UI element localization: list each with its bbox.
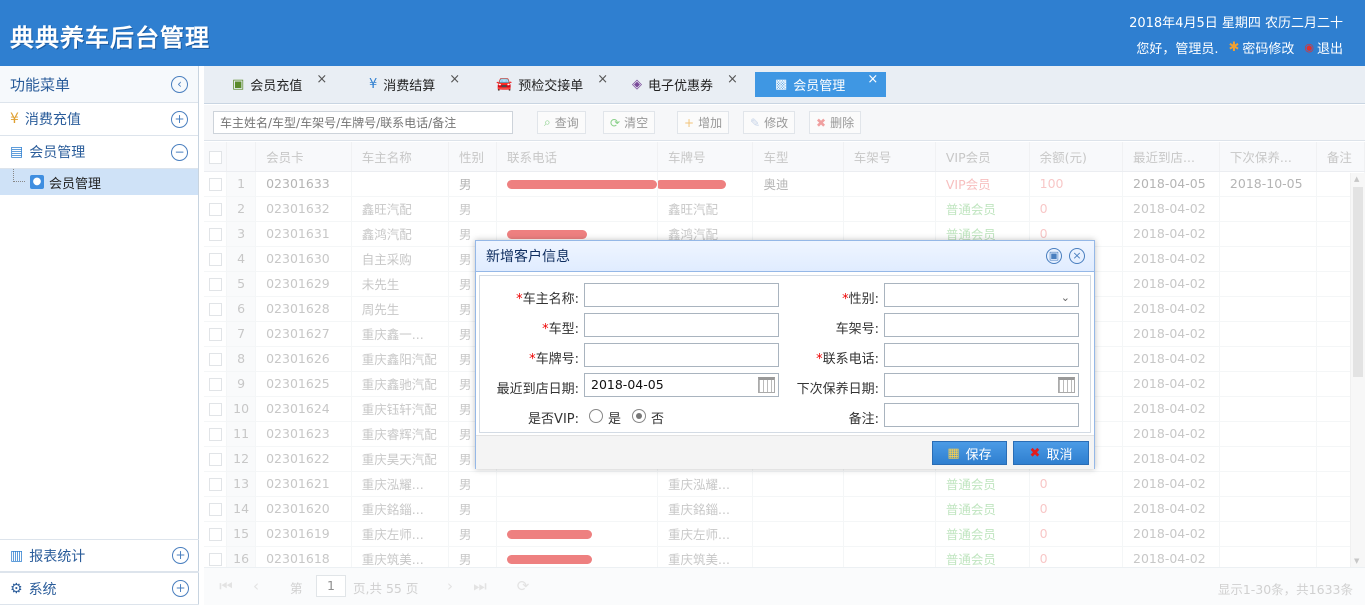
remark-input[interactable] — [884, 403, 1079, 427]
add-customer-dialog: 新增客户信息 ▣ × *车主名称: *性别: ⌄ *车型: 车架号: *车牌号:… — [475, 240, 1095, 469]
gear-icon: ⚙ — [10, 580, 23, 597]
dialog-title: 新增客户信息 — [486, 249, 570, 265]
remark-label: 备注: — [848, 412, 879, 427]
close-icon[interactable]: × — [1069, 248, 1085, 264]
last-visit-label: 最近到店日期: — [496, 382, 579, 397]
pencil-icon: ✎ — [750, 115, 761, 130]
header-date: 2018年4月5日 星期四 农历二月二十 — [1129, 16, 1343, 31]
vip-no-radio[interactable] — [632, 409, 646, 423]
yen-icon: ¥ — [369, 77, 378, 92]
maximize-icon[interactable]: ▣ — [1046, 248, 1062, 264]
yen-icon: ¥ — [10, 111, 19, 127]
logout-link[interactable]: ◉ 退出 — [1304, 38, 1343, 57]
vip-label: 是否VIP: — [528, 412, 579, 427]
gender-label: *性别: — [842, 292, 879, 307]
calendar-icon[interactable] — [758, 377, 775, 393]
expand-icon[interactable]: + — [172, 547, 189, 564]
sidebar-subitem-member-management[interactable]: ● 会员管理 — [0, 169, 198, 195]
edit-button[interactable]: ✎ 修改 — [743, 111, 796, 134]
last-visit-date-input[interactable]: 2018-04-05 — [584, 373, 779, 397]
sidebar-item-system[interactable]: ⚙ 系统 + — [0, 572, 199, 605]
dialog-title-bar: 新增客户信息 ▣ × — [476, 241, 1094, 272]
tree-line — [13, 169, 25, 182]
next-service-date-input[interactable] — [884, 373, 1079, 397]
vin-label: 车架号: — [835, 322, 879, 337]
owner-label: *车主名称: — [516, 292, 579, 307]
collapse-icon[interactable]: − — [171, 143, 188, 161]
close-icon[interactable]: × — [316, 72, 327, 87]
add-button[interactable]: + 增加 — [677, 111, 730, 134]
sidebar: 功能菜单 ‹ ¥ 消费充值 + ▤ 会员管理 − ● 会员管理 ▥ 报表统计 + ⚙ 系… — [0, 66, 199, 605]
plus-icon: + — [684, 115, 695, 130]
calendar-icon[interactable] — [1058, 377, 1075, 393]
save-icon: ▦ — [947, 445, 960, 461]
app-logo: 典典养车后台管理 — [10, 24, 210, 52]
greeting: 您好，管理员. — [1136, 42, 1219, 57]
sidebar-title: 功能菜单 — [10, 75, 71, 94]
app-header: 典典养车后台管理 2018年4月5日 星期四 农历二月二十 您好，管理员. ✱ 密… — [0, 0, 1365, 66]
clear-button[interactable]: ⟳ 清空 — [603, 111, 656, 134]
vip-yes-radio[interactable] — [589, 409, 603, 423]
next-service-label: 下次保养日期: — [796, 382, 879, 397]
car-icon: 🚘 — [496, 77, 513, 92]
vip-yes-label: 是 — [608, 412, 622, 427]
save-button[interactable]: ▦ 保存 — [932, 441, 1007, 465]
sidebar-item-recharge[interactable]: ¥ 消费充值 + — [0, 103, 198, 136]
coupon-icon: ◈ — [632, 77, 642, 92]
delete-button[interactable]: ✖ 删除 — [809, 111, 862, 134]
header-user-bar: 您好，管理员. ✱ 密码修改 ◉ 退出 — [1136, 38, 1343, 57]
delete-icon: ✖ — [816, 115, 827, 130]
cancel-button[interactable]: ✖ 取消 — [1013, 441, 1089, 465]
user-icon: ▩ — [775, 77, 788, 92]
close-icon[interactable]: × — [867, 72, 878, 87]
toolbar: ⌕查询 ⟳清空 +增加 ✎修改 ✖删除 — [204, 105, 1365, 141]
search-icon: ⌕ — [544, 115, 551, 129]
chevron-down-icon: ⌄ — [1060, 291, 1070, 304]
expand-icon[interactable]: + — [172, 580, 189, 597]
card-icon: ▤ — [10, 144, 24, 160]
dialog-footer: ▦ 保存 ✖ 取消 — [476, 435, 1094, 469]
vin-input[interactable] — [884, 313, 1079, 337]
close-icon[interactable]: × — [727, 72, 738, 87]
tab-consume[interactable]: ¥ 消费结算 × — [369, 72, 460, 97]
close-icon[interactable]: × — [597, 72, 608, 87]
money-icon: ▣ — [232, 77, 245, 92]
vip-no-label: 否 — [651, 412, 665, 427]
sidebar-item-report[interactable]: ▥ 报表统计 + — [0, 539, 199, 572]
model-input[interactable] — [584, 313, 779, 337]
owner-name-input[interactable] — [584, 283, 779, 307]
close-icon[interactable]: × — [449, 72, 460, 87]
user-icon: ● — [30, 175, 44, 189]
tab-bar: ▣ 会员充值 × ¥ 消费结算 × 🚘 预检交接单 × ◈ 电子优惠券 × ▩ 会员管理 × — [204, 66, 1365, 104]
logout-icon: ◉ — [1304, 41, 1314, 54]
sidebar-item-member[interactable]: ▤ 会员管理 − — [0, 136, 198, 169]
tab-inspection[interactable]: 🚘 预检交接单 × — [496, 72, 608, 97]
gear-icon: ✱ — [1228, 40, 1240, 55]
expand-icon[interactable]: + — [171, 110, 188, 128]
phone-input[interactable] — [884, 343, 1079, 367]
dialog-form: *车主名称: *性别: ⌄ *车型: 车架号: *车牌号: *联系电话: 最近到… — [479, 275, 1091, 433]
collapse-sidebar-icon[interactable]: ‹ — [171, 75, 188, 93]
tab-recharge[interactable]: ▣ 会员充值 × — [232, 72, 327, 97]
bar-chart-icon: ▥ — [10, 547, 24, 564]
tab-coupon[interactable]: ◈ 电子优惠券 × — [632, 72, 738, 97]
search-input[interactable] — [213, 111, 513, 134]
sidebar-header: 功能菜单 ‹ — [0, 66, 198, 103]
change-password-link[interactable]: ✱ 密码修改 — [1228, 38, 1294, 57]
close-icon: ✖ — [1029, 445, 1041, 461]
tab-member-management[interactable]: ▩ 会员管理 × — [755, 72, 887, 97]
model-label: *车型: — [542, 322, 579, 337]
refresh-icon: ⟳ — [610, 115, 621, 130]
phone-label: *联系电话: — [816, 352, 879, 367]
plate-input[interactable] — [584, 343, 779, 367]
query-button[interactable]: ⌕ 查询 — [537, 111, 586, 134]
plate-label: *车牌号: — [529, 352, 579, 367]
gender-select[interactable]: ⌄ — [884, 283, 1079, 307]
